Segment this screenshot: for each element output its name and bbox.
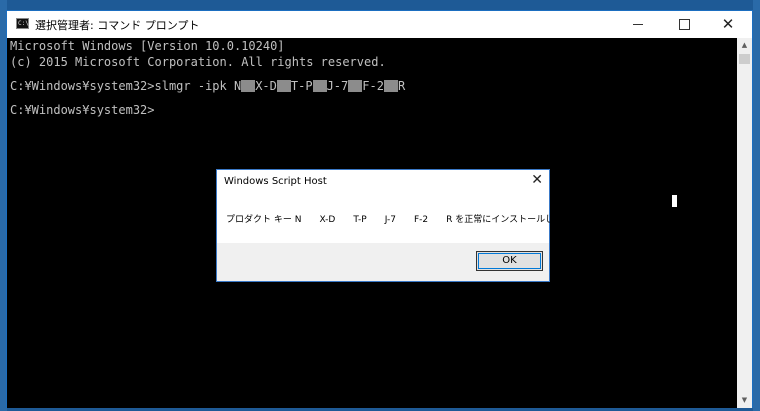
window-title: 選択管理者: コマンド プロンプト — [35, 19, 200, 32]
vertical-scrollbar[interactable]: ▲ ▼ — [737, 38, 752, 408]
dialog-footer: OK — [217, 243, 549, 281]
redacted-block — [348, 79, 363, 92]
console-blank — [10, 94, 738, 102]
scroll-down-icon[interactable]: ▼ — [737, 393, 752, 408]
console-line-prompt: C:¥Windows¥system32> — [10, 103, 155, 117]
command-prefix: C:¥Windows¥system32>slmgr -ipk N — [10, 79, 242, 93]
minimize-icon — [633, 24, 643, 25]
script-host-dialog: Windows Script Host ✕ プロダクト キー N X-D T-P… — [216, 169, 590, 282]
redacted-block — [276, 79, 291, 92]
text-cursor — [672, 195, 677, 207]
command-seg1: X-D — [255, 79, 277, 93]
command-seg5: R — [397, 79, 406, 93]
console-line-command: C:¥Windows¥system32>slmgr -ipk N X-D T-P J-… — [10, 78, 738, 94]
redacted-block — [383, 79, 398, 92]
console-blank — [10, 70, 738, 78]
redacted-block — [241, 79, 256, 92]
console-line-copyright: (c) 2015 Microsoft Corporation. All righ… — [10, 55, 386, 69]
desktop-edge-right — [753, 0, 760, 411]
close-icon: ✕ — [531, 172, 543, 188]
title-bar[interactable]: C:\ 選択管理者: コマンド プロンプト ✕ — [7, 11, 752, 38]
close-icon: ✕ — [721, 15, 735, 33]
dialog-close-button[interactable]: ✕ — [531, 172, 543, 188]
dialog-title: Windows Script Host — [224, 176, 327, 187]
command-seg2: T-P — [290, 79, 313, 93]
redacted-block — [312, 79, 327, 92]
console-line-version: Microsoft Windows [Version 10.0.10240] — [10, 39, 285, 53]
command-seg4: F-2 — [362, 79, 384, 93]
maximize-icon — [678, 19, 690, 30]
command-seg3: J-7 — [326, 79, 349, 93]
cmd-app-icon[interactable]: C:\ — [16, 18, 29, 29]
scroll-up-icon[interactable]: ▲ — [737, 38, 752, 53]
maximize-button[interactable] — [662, 11, 706, 38]
scroll-thumb[interactable] — [739, 54, 750, 64]
ok-button[interactable]: OK — [476, 251, 543, 271]
close-button[interactable]: ✕ — [706, 11, 750, 38]
minimize-button[interactable] — [616, 11, 660, 38]
dialog-message: プロダクト キー N X-D T-P J-7 F-2 R を正常にインストールし… — [226, 215, 591, 225]
